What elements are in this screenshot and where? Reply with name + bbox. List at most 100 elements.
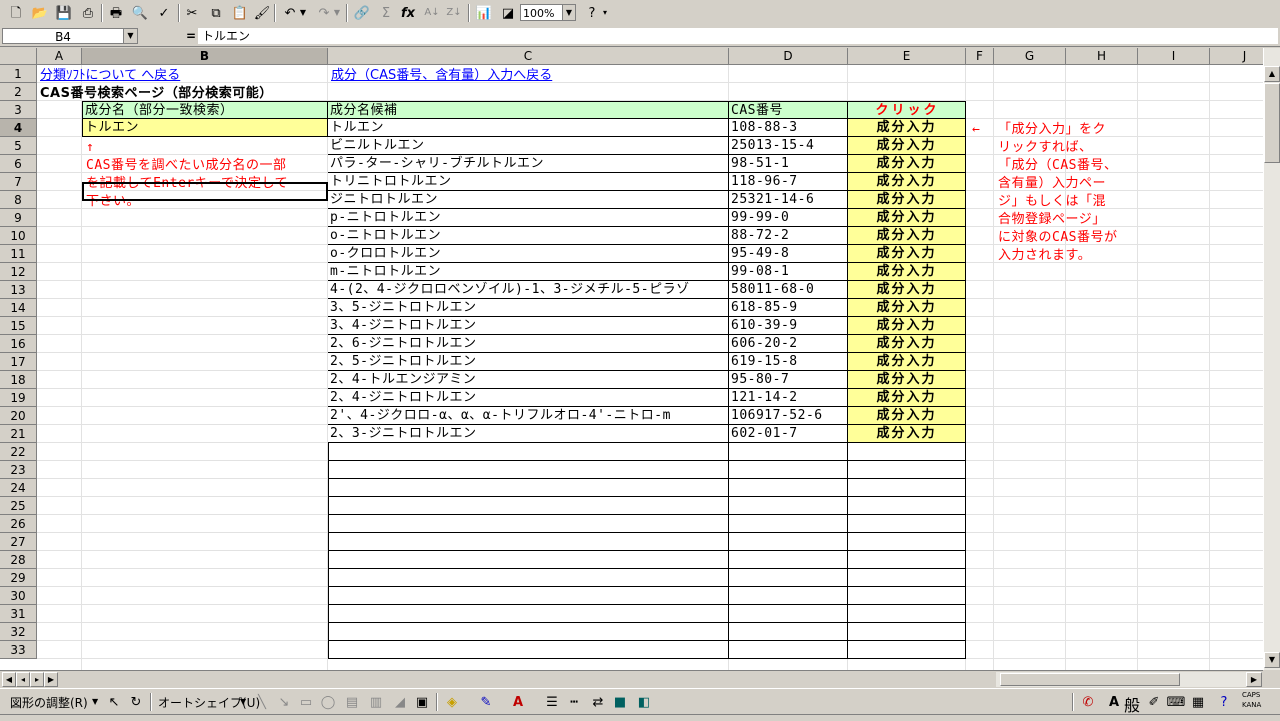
row-header-7[interactable]: 7: [0, 173, 37, 191]
component-input-button[interactable]: 成分入力: [848, 227, 966, 245]
redo-icon[interactable]: ↷: [314, 3, 334, 23]
row-header-10[interactable]: 10: [0, 227, 37, 245]
vertical-scrollbar[interactable]: ▲ ▼: [1263, 48, 1280, 670]
row-header-30[interactable]: 30: [0, 587, 37, 605]
chart-wizard-icon[interactable]: 📊: [474, 3, 494, 23]
row-header-32[interactable]: 32: [0, 623, 37, 641]
arrow-icon[interactable]: ↘: [274, 692, 294, 712]
autosum-icon[interactable]: Σ: [376, 3, 396, 23]
copy-icon[interactable]: ⧉: [206, 3, 226, 23]
row-header-3[interactable]: 3: [0, 101, 37, 119]
row-header-5[interactable]: 5: [0, 137, 37, 155]
ime-icon[interactable]: ✆: [1078, 692, 1098, 712]
undo-icon[interactable]: ↶: [280, 3, 300, 23]
component-input-button[interactable]: 成分入力: [848, 371, 966, 389]
result-name[interactable]: 2'、4-ジクロロ-α、α、α-トリフルオロ-4'-ニトロ-m: [328, 407, 729, 425]
scroll-right-icon[interactable]: ▶: [1246, 672, 1262, 687]
component-input-button[interactable]: 成分入力: [848, 209, 966, 227]
result-cas[interactable]: 108-88-3: [729, 119, 848, 137]
draw-menu-button[interactable]: 図形の調整(R): [10, 694, 88, 711]
link-back-classification[interactable]: 分類ｿﾌﾄについて へ戻る: [38, 67, 328, 85]
arrow-style-icon[interactable]: ⇄: [588, 692, 608, 712]
row-header-21[interactable]: 21: [0, 425, 37, 443]
row-header-31[interactable]: 31: [0, 605, 37, 623]
rectangle-icon[interactable]: ▭: [296, 692, 316, 712]
component-input-button[interactable]: 成分入力: [848, 173, 966, 191]
result-name[interactable]: o-ニトロトルエン: [328, 227, 729, 245]
clipart-icon[interactable]: ▣: [412, 692, 432, 712]
component-input-button[interactable]: 成分入力: [848, 191, 966, 209]
row-header-1[interactable]: 1: [0, 65, 37, 83]
component-input-button[interactable]: 成分入力: [848, 317, 966, 335]
ime-conversion-label[interactable]: 般: [1124, 692, 1140, 716]
row-header-26[interactable]: 26: [0, 515, 37, 533]
new-icon[interactable]: 🗋: [6, 3, 26, 23]
link-back-input[interactable]: 成分（CAS番号、含有量）入力へ戻る: [329, 67, 729, 85]
row-header-11[interactable]: 11: [0, 245, 37, 263]
oval-icon[interactable]: ◯: [318, 692, 338, 712]
format-painter-icon[interactable]: 🖌: [252, 3, 272, 23]
result-cas[interactable]: 121-14-2: [729, 389, 848, 407]
result-cas[interactable]: 602-01-7: [729, 425, 848, 443]
row-header-24[interactable]: 24: [0, 479, 37, 497]
row-header-9[interactable]: 9: [0, 209, 37, 227]
open-icon[interactable]: 📂: [30, 3, 50, 23]
textbox-icon[interactable]: ▤: [342, 692, 362, 712]
row-header-27[interactable]: 27: [0, 533, 37, 551]
result-name[interactable]: トリニトロトルエン: [328, 173, 729, 191]
first-sheet-icon[interactable]: ◀: [2, 672, 16, 687]
row-header-4[interactable]: 4: [0, 119, 37, 137]
row-header-15[interactable]: 15: [0, 317, 37, 335]
row-header-20[interactable]: 20: [0, 407, 37, 425]
result-name[interactable]: 4-(2、4-ジクロロベンゾイル)-1、3-ジメチル-5-ピラゾ: [328, 281, 729, 299]
ime-help-icon[interactable]: ?: [1214, 692, 1234, 712]
shadow-icon[interactable]: ■: [610, 692, 630, 712]
result-cas[interactable]: 606-20-2: [729, 335, 848, 353]
formula-input[interactable]: トルエン: [198, 28, 1278, 44]
row-header-16[interactable]: 16: [0, 335, 37, 353]
drawing-icon[interactable]: ◪: [498, 3, 518, 23]
line-style-icon[interactable]: ☰: [542, 692, 562, 712]
result-cas[interactable]: 619-15-8: [729, 353, 848, 371]
component-input-button[interactable]: 成分入力: [848, 389, 966, 407]
row-header-19[interactable]: 19: [0, 389, 37, 407]
result-cas[interactable]: 88-72-2: [729, 227, 848, 245]
column-header-b[interactable]: B: [82, 48, 328, 65]
fill-color-icon[interactable]: ◈: [442, 692, 462, 712]
column-header-g[interactable]: G: [994, 48, 1066, 65]
component-input-button[interactable]: 成分入力: [848, 425, 966, 443]
chevron-down-icon[interactable]: ▼: [123, 29, 137, 43]
next-sheet-icon[interactable]: ▸: [30, 672, 44, 687]
row-header-33[interactable]: 33: [0, 641, 37, 659]
component-input-button[interactable]: 成分入力: [848, 407, 966, 425]
column-header-d[interactable]: D: [729, 48, 848, 65]
ime-mode-icon[interactable]: A: [1104, 692, 1124, 712]
3d-icon[interactable]: ◧: [634, 692, 654, 712]
component-input-button[interactable]: 成分入力: [848, 335, 966, 353]
scroll-up-icon[interactable]: ▲: [1264, 66, 1280, 82]
row-header-8[interactable]: 8: [0, 191, 37, 209]
row-header-2[interactable]: 2: [0, 83, 37, 101]
permission-icon[interactable]: ⎙: [78, 3, 98, 23]
row-header-14[interactable]: 14: [0, 299, 37, 317]
row-header-23[interactable]: 23: [0, 461, 37, 479]
hyperlink-icon[interactable]: 🔗: [352, 3, 372, 23]
scroll-thumb[interactable]: [1264, 83, 1280, 163]
result-cas[interactable]: 618-85-9: [729, 299, 848, 317]
result-cas[interactable]: 25321-14-6: [729, 191, 848, 209]
component-input-button[interactable]: 成分入力: [848, 281, 966, 299]
result-name[interactable]: 2、5-ジニトロトルエン: [328, 353, 729, 371]
save-icon[interactable]: 💾: [54, 3, 74, 23]
dash-style-icon[interactable]: ┅: [564, 692, 584, 712]
horizontal-scroll-thumb[interactable]: [1000, 673, 1180, 686]
free-rotate-icon[interactable]: ↻: [126, 692, 146, 712]
select-objects-icon[interactable]: ↖: [104, 692, 124, 712]
component-input-button[interactable]: 成分入力: [848, 137, 966, 155]
vertical-textbox-icon[interactable]: ▥: [366, 692, 386, 712]
result-cas[interactable]: 99-08-1: [729, 263, 848, 281]
row-header-29[interactable]: 29: [0, 569, 37, 587]
line-icon[interactable]: ╲: [252, 692, 272, 712]
last-sheet-icon[interactable]: ▶: [44, 672, 58, 687]
row-header-18[interactable]: 18: [0, 371, 37, 389]
component-input-button[interactable]: 成分入力: [848, 119, 966, 137]
